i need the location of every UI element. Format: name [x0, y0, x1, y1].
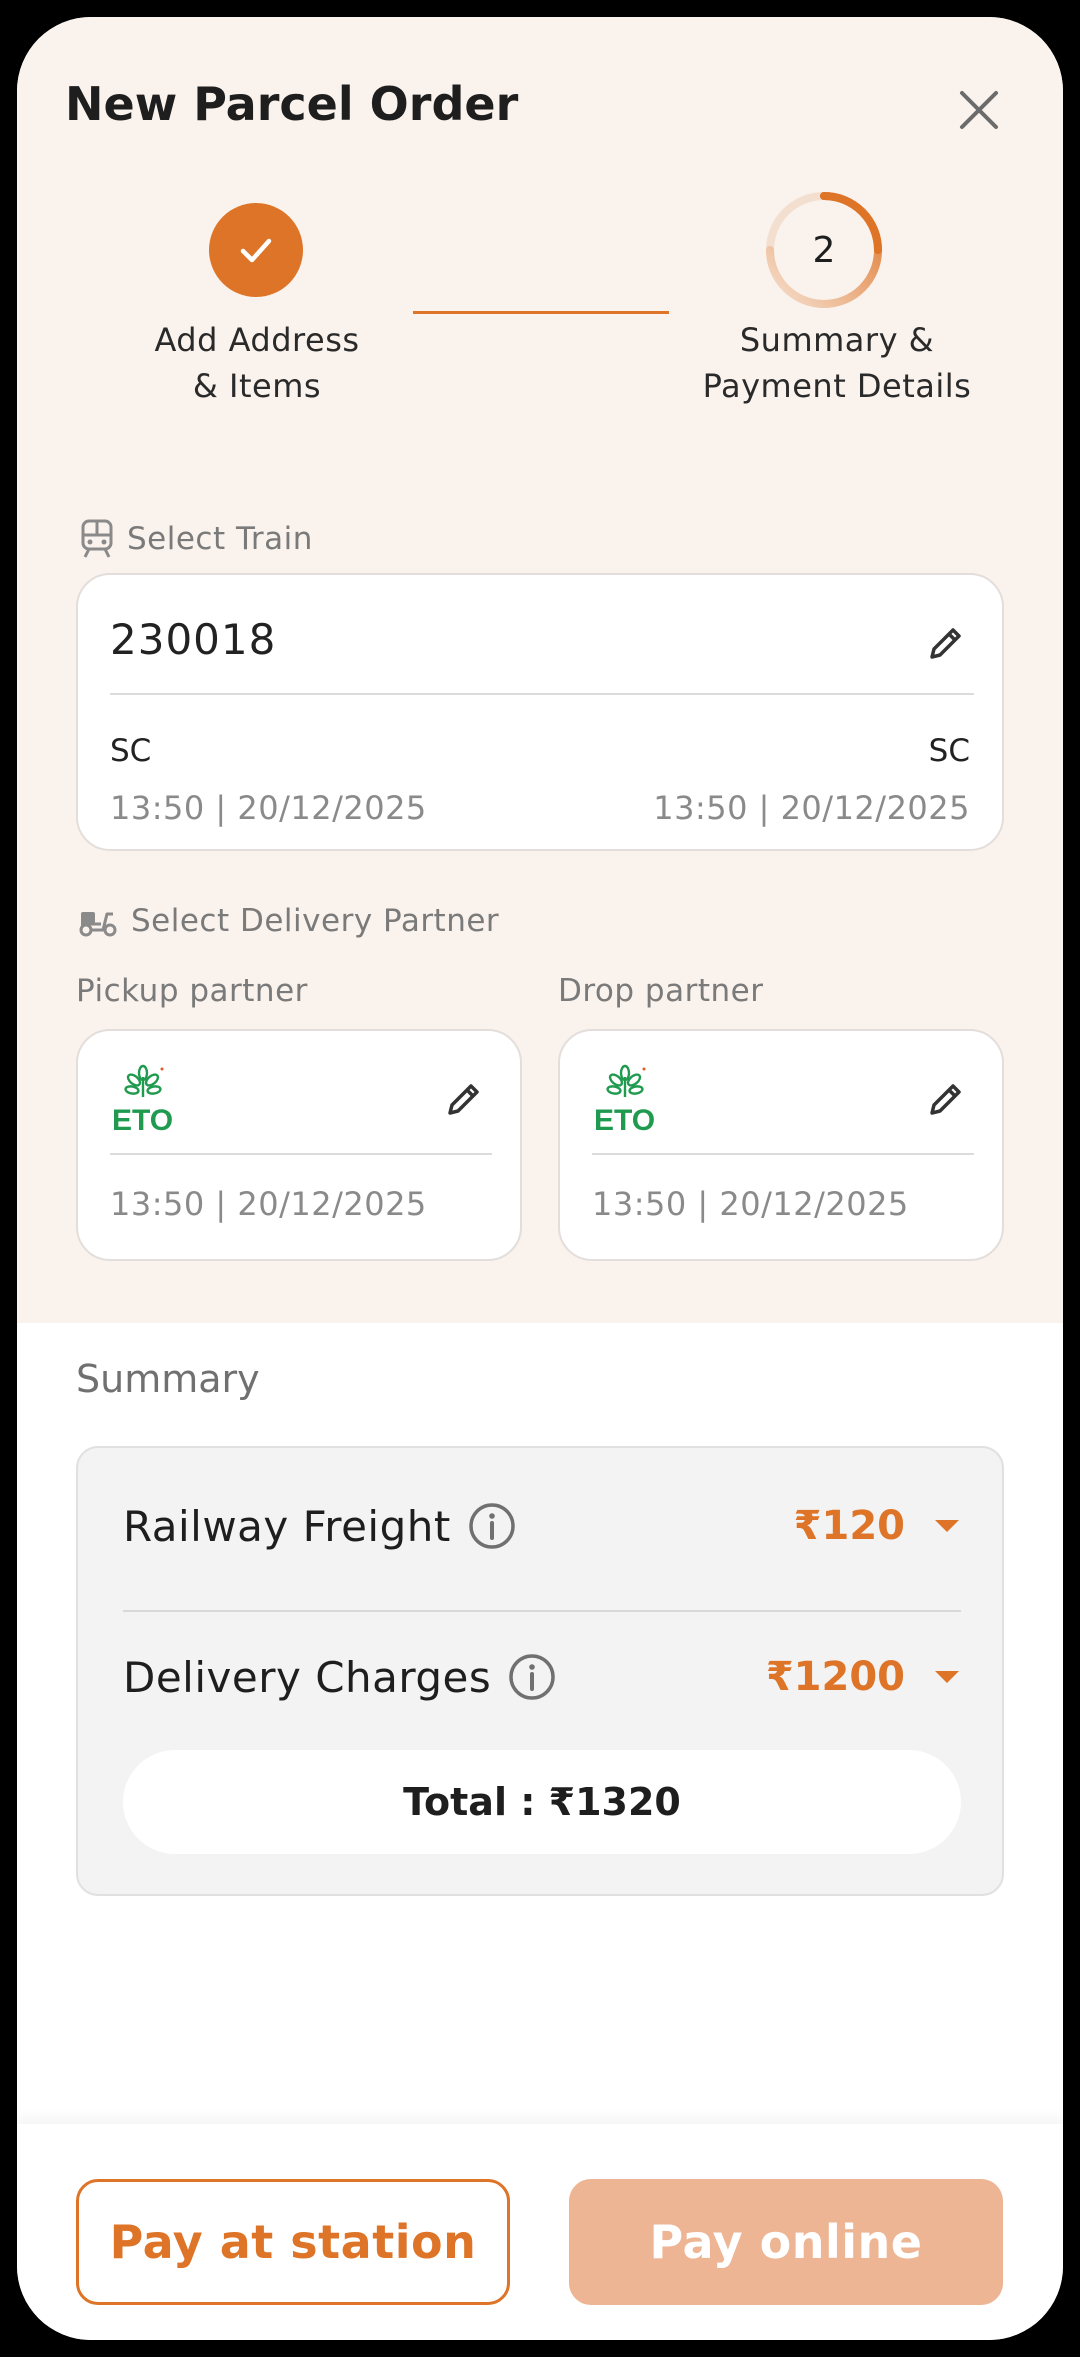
- screen: New Parcel Order Add Address & Items 2 S…: [17, 17, 1063, 2340]
- eto-logo: ETO: [110, 1063, 182, 1137]
- train-card[interactable]: 230018 SC SC 13:50 | 20/12/2025 13:50 | …: [76, 573, 1004, 851]
- pickup-partner-label: Pickup partner: [76, 973, 308, 1009]
- pencil-icon: [930, 1084, 961, 1115]
- total-amount: Total : ₹1320: [123, 1750, 961, 1854]
- drop-partner-label: Drop partner: [558, 973, 764, 1009]
- from-station: SC: [110, 733, 152, 769]
- pay-at-station-button[interactable]: Pay at station: [76, 2179, 510, 2305]
- train-number: 230018: [110, 615, 277, 664]
- edit-pickup-partner-button[interactable]: [442, 1077, 486, 1121]
- step-2-indicator: 2: [764, 190, 884, 310]
- pencil-icon: [448, 1084, 479, 1115]
- arrival-time: 13:50 | 20/12/2025: [653, 789, 970, 827]
- delivery-charges-label: Delivery Charges: [123, 1652, 492, 1702]
- pay-online-button[interactable]: Pay online: [569, 2179, 1003, 2305]
- svg-text:ETO: ETO: [112, 1104, 173, 1133]
- close-button[interactable]: [952, 83, 1006, 137]
- caret-down-icon[interactable]: [933, 1669, 961, 1685]
- drop-time: 13:50 | 20/12/2025: [592, 1185, 909, 1223]
- pickup-partner-card[interactable]: ETO 13:50 | 20/12/2025: [76, 1029, 522, 1261]
- to-station: SC: [928, 733, 970, 769]
- departure-time: 13:50 | 20/12/2025: [110, 789, 427, 827]
- step-1-indicator: [209, 203, 303, 297]
- train-card-divider: [110, 693, 974, 695]
- railway-freight-label: Railway Freight: [123, 1501, 451, 1551]
- scooter-icon: [79, 912, 117, 937]
- step-2-number: 2: [812, 229, 836, 271]
- select-train-label: Select Train: [79, 519, 313, 559]
- drop-partner-card[interactable]: ETO 13:50 | 20/12/2025: [558, 1029, 1004, 1261]
- railway-freight-amount: ₹120: [793, 1503, 905, 1549]
- summary-divider: [123, 1610, 961, 1612]
- page-title: New Parcel Order: [65, 77, 519, 131]
- pickup-card-divider: [110, 1153, 492, 1155]
- info-icon[interactable]: [507, 1652, 557, 1702]
- edit-drop-partner-button[interactable]: [924, 1077, 968, 1121]
- summary-title: Summary: [76, 1357, 260, 1401]
- phone-frame: New Parcel Order Add Address & Items 2 S…: [0, 0, 1080, 2357]
- pickup-time: 13:50 | 20/12/2025: [110, 1185, 427, 1223]
- eto-logo: ETO: [592, 1063, 664, 1137]
- svg-text:ETO: ETO: [594, 1104, 655, 1133]
- select-delivery-partner-label: Select Delivery Partner: [77, 903, 499, 939]
- step-2-label: Summary & Payment Details: [702, 321, 972, 405]
- drop-card-divider: [592, 1153, 974, 1155]
- check-icon: [240, 238, 272, 263]
- railway-freight-row[interactable]: Railway Freight ₹120: [123, 1496, 961, 1556]
- header: New Parcel Order Add Address & Items 2 S…: [17, 17, 1063, 471]
- summary-box: Railway Freight ₹120 Delivery Charges ₹1…: [76, 1446, 1004, 1896]
- step-connector: [413, 311, 669, 314]
- train-icon: [81, 519, 113, 558]
- step-1-label: Add Address & Items: [154, 321, 360, 405]
- bottom-action-bar: Pay at station Pay online: [17, 2124, 1063, 2340]
- pencil-icon: [930, 628, 961, 659]
- delivery-charges-row[interactable]: Delivery Charges ₹1200: [123, 1647, 961, 1707]
- edit-train-button[interactable]: [924, 621, 968, 665]
- close-icon: [960, 91, 998, 129]
- delivery-charges-amount: ₹1200: [765, 1654, 905, 1700]
- info-icon[interactable]: [467, 1501, 517, 1551]
- caret-down-icon[interactable]: [933, 1518, 961, 1534]
